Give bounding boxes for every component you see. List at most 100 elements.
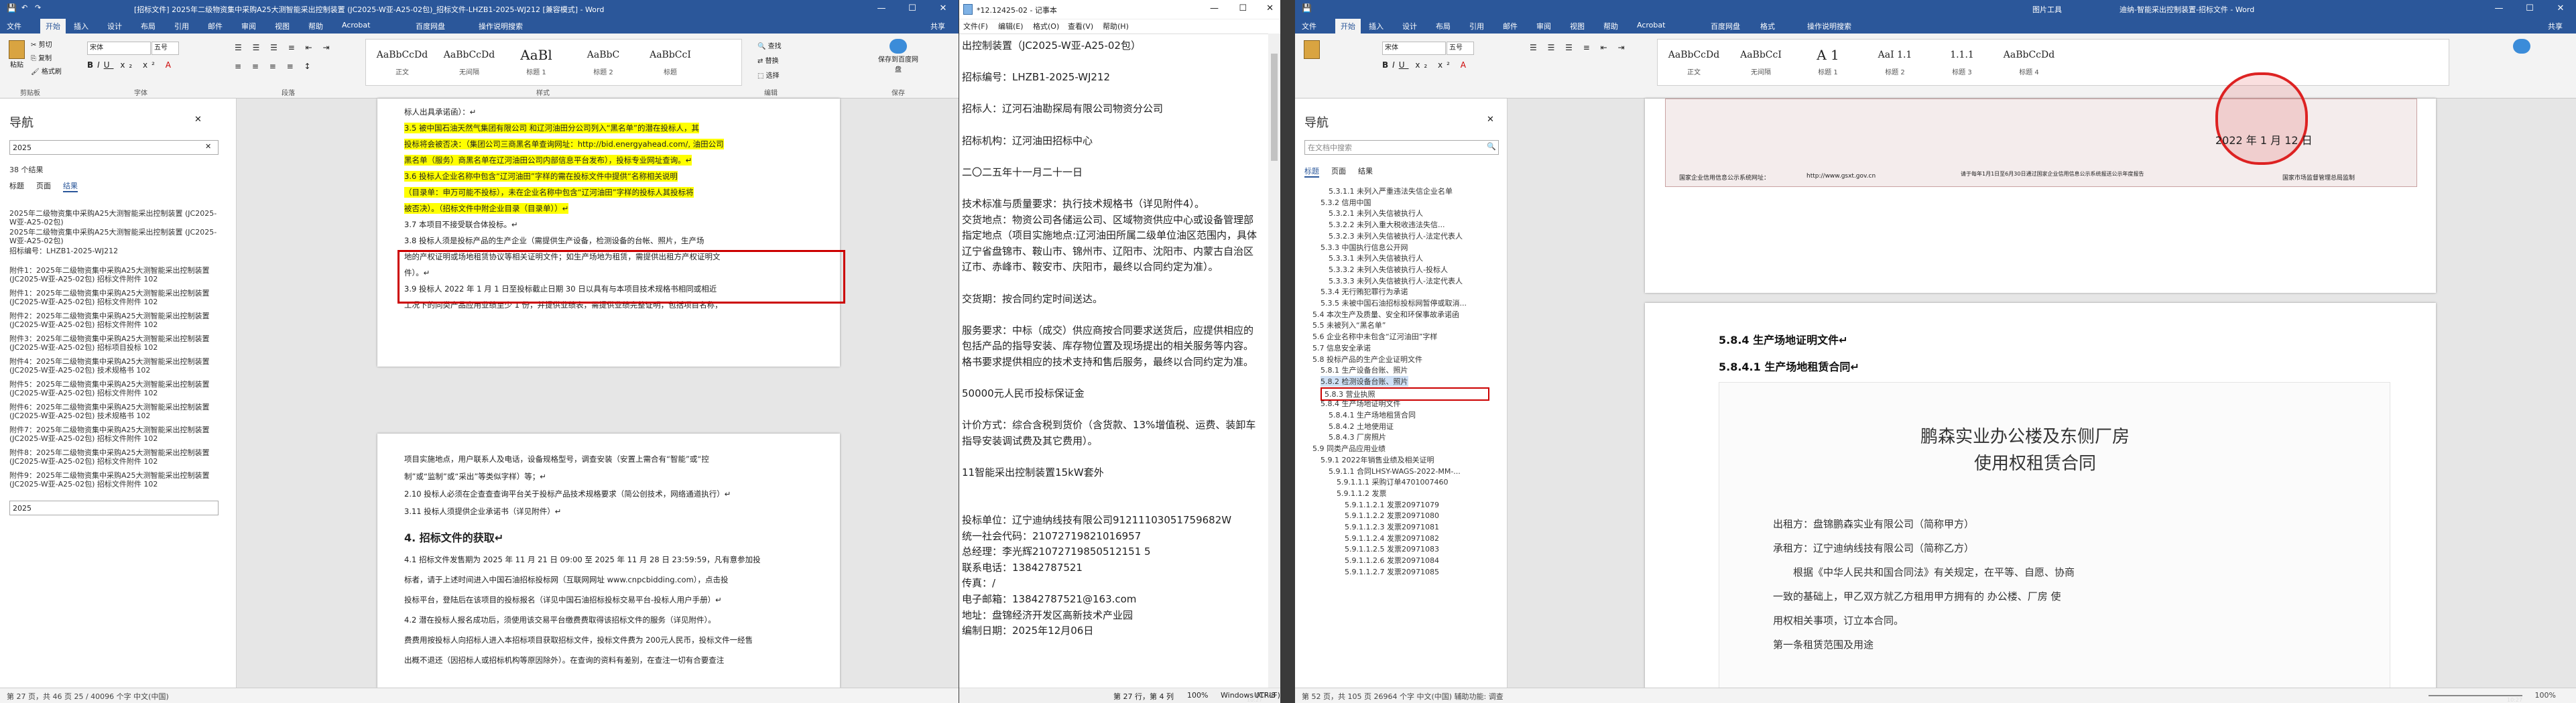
notepad-scrollbar[interactable]	[1268, 34, 1280, 688]
style-item[interactable]: AaBbC 标题 2	[572, 44, 634, 81]
font-size-select[interactable]: 五号	[151, 42, 179, 55]
find-button[interactable]: 🔍 查找	[757, 40, 782, 50]
left-tab-4[interactable]: 布局	[141, 21, 156, 31]
format-painter-button[interactable]: 🖌 格式刷	[31, 66, 62, 76]
right-tab-4[interactable]: 布局	[1436, 21, 1451, 31]
left-tab-5[interactable]: 引用	[174, 21, 189, 31]
nav-heading-item[interactable]: 5.9.1.1.2.1 发票20971079	[1345, 499, 1439, 510]
style-item[interactable]: AaBbCcI 标题	[639, 44, 701, 81]
close-button[interactable]: ✕	[928, 0, 959, 17]
notepad-menu-item[interactable]: 查看(V)	[1068, 21, 1093, 31]
zoom-slider[interactable]	[2429, 695, 2522, 696]
nav-tab-2[interactable]: 结果	[1358, 166, 1373, 176]
select-button[interactable]: ⬚ 选择	[757, 70, 780, 80]
font-size-select[interactable]: 五号	[1447, 42, 1474, 55]
nav-heading-item[interactable]: 5.3.3.2 未列入失信被执行人-投标人	[1329, 264, 1448, 275]
notepad-menu-item[interactable]: 格式(O)	[1033, 21, 1059, 31]
right-tab-9[interactable]: 帮助	[1603, 21, 1618, 31]
left-tab-1[interactable]: 开始	[40, 19, 66, 34]
share-button[interactable]: 共享	[2548, 21, 2563, 31]
nav-heading-item[interactable]: 5.8.4 生产场地证明文件	[1321, 398, 1401, 409]
notepad-text-area[interactable]: 出控制装置（JC2025-W亚-A25-02包） 招标编号：LHZB1-2025-…	[959, 34, 1268, 688]
nav-heading-item[interactable]: 5.9.1.1.2 发票	[1337, 488, 1386, 499]
notepad-menu-item[interactable]: 帮助(H)	[1103, 21, 1129, 31]
nav-heading-item[interactable]: 5.9.1.1.1 采购订单4701007460	[1337, 476, 1448, 487]
search-result-item[interactable]: 附件6：2025年二级物资集中采购A25大测智能采出控制装置 (JC2025-W…	[9, 403, 223, 423]
style-item[interactable]: AaBbCcI 无间隔	[1730, 44, 1792, 81]
style-item[interactable]: AaBbCcDd 正文	[1663, 44, 1725, 81]
tell-me-search[interactable]: 操作说明搜索	[479, 21, 523, 31]
nav-tab-0[interactable]: 标题	[9, 180, 24, 191]
nav-heading-item[interactable]: 5.9.1.1.2.5 发票20971083	[1345, 544, 1439, 554]
save-baidu-button[interactable]: 保存到百度网盘	[878, 39, 918, 74]
nav-heading-item[interactable]: 5.3.3.3 未列入失信被执行人-法定代表人	[1329, 275, 1463, 286]
undo-icon[interactable]: ↶	[21, 3, 27, 12]
search-result-item[interactable]: 附件7：2025年二级物资集中采购A25大测智能采出控制装置 (JC2025-W…	[9, 426, 223, 446]
nav-close-icon[interactable]: ✕	[1487, 115, 1494, 125]
nav-heading-item[interactable]: 5.9.1.1.2.4 发票20971082	[1345, 533, 1439, 544]
right-tab-0[interactable]: 文件	[1302, 21, 1316, 31]
right-tab-8[interactable]: 视图	[1570, 21, 1585, 31]
nav-heading-item[interactable]: 5.9.1.1.2.2 发票20971080	[1345, 510, 1439, 521]
font-name-select[interactable]: 宋体	[87, 42, 151, 55]
paragraph-buttons[interactable]: ☰ ☰ ☰ ≡ ⇤ ⇥	[1530, 43, 1629, 52]
nav-heading-item[interactable]: 5.8.4.2 土地使用证	[1329, 421, 1394, 432]
search-result-item[interactable]: 附件9：2025年二级物资集中采购A25大测智能采出控制装置 (JC2025-W…	[9, 471, 223, 491]
notepad-maximize-button[interactable]: ☐	[1239, 3, 1247, 13]
search-result-item[interactable]: 附件8：2025年二级物资集中采购A25大测智能采出控制装置 (JC2025-W…	[9, 448, 223, 468]
right-tab-3[interactable]: 设计	[1402, 21, 1417, 31]
left-tab-0[interactable]: 文件	[7, 21, 21, 31]
search-result-item[interactable]: 附件1：2025年二级物资集中采购A25大测智能采出控制装置 (JC2025-W…	[9, 266, 223, 286]
nav-close-icon[interactable]: ✕	[194, 115, 202, 125]
left-tab-7[interactable]: 审阅	[241, 21, 256, 31]
cut-button[interactable]: ✂ 剪切	[31, 39, 52, 49]
nav-heading-item[interactable]: 5.3.2.3 未列入失信被执行人-法定代表人	[1329, 231, 1463, 241]
right-tab-5[interactable]: 引用	[1469, 21, 1484, 31]
save-baidu-button[interactable]	[2502, 39, 2542, 54]
nav-heading-item[interactable]: 5.9.1 2022年销售业绩及相关证明	[1321, 454, 1434, 465]
copy-button[interactable]: ⎘ 复制	[31, 52, 52, 62]
right-tab-1[interactable]: 开始	[1335, 19, 1361, 34]
style-item[interactable]: AaBbCcDd 标题 4	[1998, 44, 2060, 81]
left-tab-9[interactable]: 帮助	[308, 21, 323, 31]
nav-search-input-2[interactable]: 2025	[9, 501, 219, 515]
nav-heading-item[interactable]: 5.3.2.1 未列入失信被执行人	[1329, 208, 1423, 218]
right-tab-7[interactable]: 审阅	[1536, 21, 1551, 31]
search-result-item[interactable]: 附件3：2025年二级物资集中采购A25大测智能采出控制装置 (JC2025-W…	[9, 334, 223, 355]
alignment-buttons[interactable]: ≡ ≡ ≡ ≡ ↕	[235, 62, 315, 71]
search-result-item[interactable]: 附件2：2025年二级物资集中采购A25大测智能采出控制装置 (JC2025-W…	[9, 312, 223, 332]
nav-heading-item[interactable]: 5.9.1.1.2.3 发票20971081	[1345, 521, 1439, 532]
nav-heading-item[interactable]: 5.8.2 检测设备台账、照片	[1321, 375, 1408, 387]
nav-search-input[interactable]: 在文档中搜索	[1304, 140, 1499, 155]
nav-tab-1[interactable]: 页面	[36, 180, 51, 191]
tell-me-search[interactable]: 操作说明搜索	[1807, 21, 1851, 31]
nav-search-input[interactable]: 2025	[9, 140, 219, 155]
paste-button[interactable]	[1300, 40, 1323, 67]
nav-heading-item[interactable]: 5.8.4.3 厂房照片	[1329, 432, 1386, 442]
nav-heading-item[interactable]: 5.5 未被列入“黑名单”	[1312, 320, 1386, 330]
style-item[interactable]: 1.1.1 标题 3	[1931, 44, 1993, 81]
nav-heading-item[interactable]: 5.9.1.1.2.6 发票20971084	[1345, 555, 1439, 566]
nav-tab-1[interactable]: 页面	[1331, 166, 1346, 176]
save-icon[interactable]: 💾	[1302, 3, 1312, 13]
maximize-button[interactable]: ☐	[2514, 0, 2545, 17]
right-tab-10[interactable]: Acrobat	[1637, 21, 1665, 29]
nav-heading-item[interactable]: 5.3.1.1 未列入严重违法失信企业名单	[1329, 186, 1453, 196]
right-tab-2[interactable]: 插入	[1369, 21, 1384, 31]
nav-heading-item[interactable]: 5.3.3 中国执行信息公开网	[1321, 242, 1408, 253]
style-item[interactable]: AaBbCcDd 正文	[371, 44, 433, 81]
paste-button[interactable]: 粘贴	[5, 40, 28, 69]
nav-heading-item[interactable]: 5.9 同类产品应用业绩	[1312, 443, 1386, 454]
search-result-item[interactable]: 2025年二级物资集中采购A25大测智能采出控制装置 (JC2025-W亚-A2…	[9, 209, 223, 227]
search-result-item[interactable]: 招标编号：LHZB1-2025-WJ212	[9, 247, 223, 267]
notepad-menu-item[interactable]: 文件(F)	[963, 21, 988, 31]
nav-heading-item[interactable]: 5.7 信息安全承诺	[1312, 342, 1371, 353]
left-tab-6[interactable]: 邮件	[208, 21, 223, 31]
right-tab-11[interactable]: 百度网盘	[1711, 21, 1740, 31]
style-item[interactable]: A 1 标题 1	[1797, 44, 1859, 81]
maximize-button[interactable]: ☐	[897, 0, 928, 17]
left-tab-3[interactable]: 设计	[107, 21, 122, 31]
search-result-item[interactable]: 附件5：2025年二级物资集中采购A25大测智能采出控制装置 (JC2025-W…	[9, 380, 223, 400]
style-item[interactable]: AaBl 标题 1	[505, 44, 567, 81]
left-tab-2[interactable]: 插入	[74, 21, 88, 31]
